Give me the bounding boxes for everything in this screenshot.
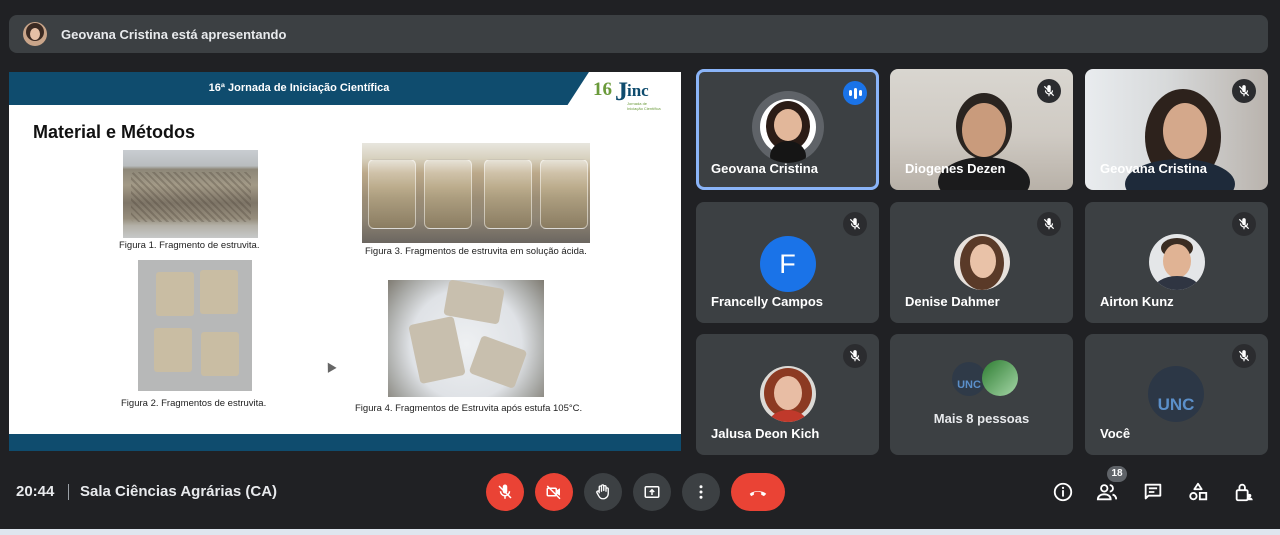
unc-logo-avatar: UNC: [952, 362, 986, 396]
leave-call-button[interactable]: [731, 473, 785, 511]
meet-window: Geovana Cristina está apresentando 16ª J…: [0, 0, 1280, 535]
presenting-text: Geovana Cristina está apresentando: [61, 26, 287, 42]
activities-icon: [1189, 482, 1208, 501]
toggle-camera-button[interactable]: [535, 473, 573, 511]
figure-3-caption: Figura 3. Fragmentos de estruvita em sol…: [365, 246, 587, 257]
presentation-slide[interactable]: 16ª Jornada de Iniciação Científica 16 J…: [9, 72, 681, 451]
mic-off-icon: [1232, 79, 1256, 103]
activities-button[interactable]: [1185, 479, 1211, 505]
figure-2-image: [138, 260, 252, 391]
participant-name: Diogenes Dezen: [905, 161, 1006, 176]
participant-name: Francelly Campos: [711, 294, 823, 309]
lock-person-icon: [1235, 483, 1253, 502]
chat-button[interactable]: [1140, 479, 1166, 505]
mic-off-icon: [1232, 344, 1256, 368]
presenter-avatar: [23, 22, 47, 46]
participant-name: Geovana Cristina: [1100, 161, 1207, 176]
meeting-details-button[interactable]: [1050, 479, 1076, 505]
participant-name: Jalusa Deon Kich: [711, 426, 820, 441]
figure-4-image: [388, 280, 544, 397]
hang-up-icon: [749, 491, 767, 497]
participant-name: Denise Dahmer: [905, 294, 1000, 309]
people-button[interactable]: [1094, 479, 1120, 505]
more-people-label: Mais 8 pessoas: [933, 411, 1030, 426]
jinc-logo: 16 J inc Jornada de Iniciação Científica: [593, 77, 661, 111]
avatar: [759, 366, 816, 422]
chat-icon: [1144, 483, 1162, 500]
participant-tile-jalusa[interactable]: Jalusa Deon Kich: [696, 334, 879, 455]
participant-name: Geovana Cristina: [711, 161, 818, 176]
figure-1-caption: Figura 1. Fragmento de estruvita.: [119, 240, 260, 251]
presenting-banner: Geovana Cristina está apresentando: [9, 15, 1268, 53]
figure-3-image: [362, 143, 590, 243]
unc-logo-avatar: UNC: [1148, 366, 1204, 422]
participant-name: Você: [1100, 426, 1131, 441]
participant-name: Airton Kunz: [1100, 294, 1174, 309]
slide-footer-bar: [9, 434, 681, 451]
more-vert-icon: [699, 485, 703, 499]
figure-1-image: [123, 150, 258, 238]
taskbar-edge: [0, 529, 1280, 535]
mouse-cursor-icon: [323, 360, 337, 373]
participant-tile-denise[interactable]: Denise Dahmer: [890, 202, 1073, 323]
avatar: [982, 360, 1018, 396]
figure-2-caption: Figura 2. Fragmentos de estruvita.: [121, 398, 267, 409]
slide-header-title: 16ª Jornada de Iniciação Científica: [208, 82, 390, 94]
figure-4-caption: Figura 4. Fragmentos de Estruvita após e…: [355, 403, 583, 414]
participant-tile-geovana-camera[interactable]: Geovana Cristina: [1085, 69, 1268, 190]
hand-icon: [596, 484, 609, 500]
participant-tile-geovana-speaking[interactable]: Geovana Cristina: [696, 69, 879, 190]
participant-tile-francelly[interactable]: F Francelly Campos: [696, 202, 879, 323]
participant-tile-diogenes[interactable]: Diogenes Dezen: [890, 69, 1073, 190]
people-count-badge: 18: [1107, 466, 1127, 482]
host-controls-button[interactable]: [1231, 479, 1257, 505]
speaking-indicator-icon: [843, 81, 867, 105]
present-screen-icon: [644, 486, 660, 498]
raise-hand-button[interactable]: [584, 473, 622, 511]
meeting-name: Sala Ciências Agrárias (CA): [80, 483, 278, 500]
mic-off-icon: [498, 484, 512, 499]
info-icon: [1053, 482, 1073, 502]
avatar: F: [759, 236, 816, 292]
toggle-microphone-button[interactable]: [486, 473, 524, 511]
more-options-button[interactable]: [682, 473, 720, 511]
more-people-tile[interactable]: UNC Mais 8 pessoas: [890, 334, 1073, 455]
mic-off-icon: [1037, 212, 1061, 236]
avatar: [751, 91, 824, 163]
mic-off-icon: [1037, 79, 1061, 103]
mic-off-icon: [843, 344, 867, 368]
slide-heading: Material e Métodos: [33, 122, 196, 142]
camera-off-icon: [546, 485, 561, 500]
avatar: [953, 234, 1010, 290]
mic-off-icon: [843, 212, 867, 236]
participant-tile-self[interactable]: UNC Você: [1085, 334, 1268, 455]
present-now-button[interactable]: [633, 473, 671, 511]
avatar: [1148, 234, 1205, 290]
meeting-time: 20:44: [16, 483, 55, 500]
participant-tile-airton[interactable]: Airton Kunz: [1085, 202, 1268, 323]
people-icon: [1096, 484, 1118, 501]
divider: [68, 484, 69, 500]
mic-off-icon: [1232, 212, 1256, 236]
